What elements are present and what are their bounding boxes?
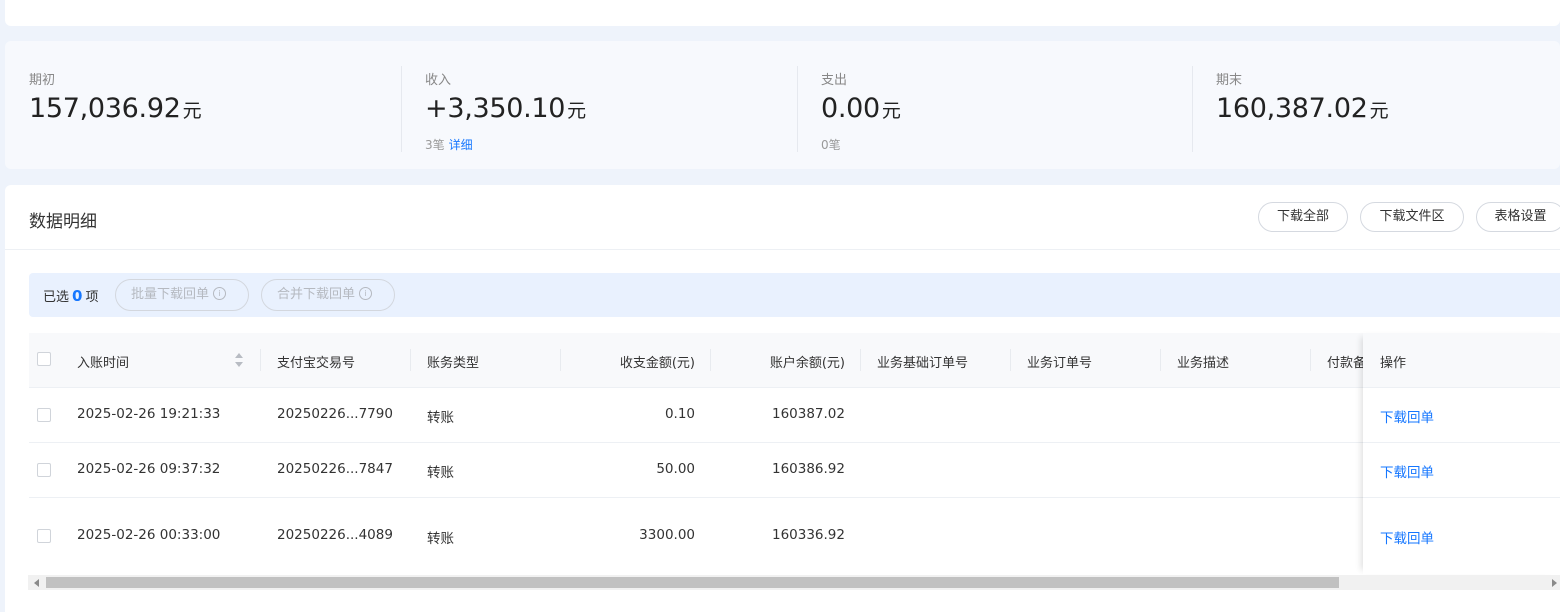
stat-count: 3笔 [425,138,445,152]
divider [5,249,1560,250]
row-checkbox[interactable] [37,529,51,543]
col-alipay-no: 支付宝交易号 [277,356,356,371]
table-row: 2025-02-26 19:21:33 20250226...7790 转账 0… [29,388,1560,443]
cell-type: 转账 [427,410,454,426]
cell-alipay-no: 20250226...4089 [277,527,393,543]
col-amount: 收支金额(元) [619,356,695,371]
stat-amount: +3,350.10 元 [425,93,586,124]
divider [260,349,261,371]
stat-label: 期末 [1216,73,1243,88]
batch-download-button[interactable]: 批量下载回单 i [115,279,249,311]
stat-amount: 0.00 元 [821,93,901,124]
selection-bar: 已选 0 项 批量下载回单 i 合并下载回单 i [29,273,1560,317]
stat-label: 期初 [29,73,56,88]
cell-balance: 160386.92 [771,461,845,477]
cell-time: 2025-02-26 09:37:32 [77,461,221,477]
info-icon: i [359,287,373,300]
col-desc: 业务描述 [1177,356,1230,371]
stat-amount-value: 0.00 [821,93,880,124]
divider [797,66,798,152]
cell-type: 转账 [427,465,454,481]
cell-type: 转账 [427,531,454,547]
cell-balance: 160387.02 [771,406,845,422]
merge-download-label: 合并下载回单 [277,287,356,302]
merge-download-button[interactable]: 合并下载回单 i [261,279,395,311]
divider [1310,349,1311,371]
scroll-left-icon[interactable] [34,579,39,587]
table-settings-button[interactable]: 表格设置 [1476,202,1560,232]
selection-prefix: 已选 [43,290,70,305]
col-time[interactable]: 入账时间 [77,352,129,371]
cell-amount: 0.10 [664,406,695,422]
col-order: 业务订单号 [1027,356,1093,371]
download-area-button[interactable]: 下载文件区 [1360,202,1464,232]
batch-download-label: 批量下载回单 [131,287,210,302]
stat-label: 支出 [821,73,848,88]
cell-time: 2025-02-26 00:33:00 [77,527,221,543]
row-checkbox[interactable] [37,463,51,477]
selection-count-text: 已选 0 项 [43,286,98,305]
detail-title: 数据明细 [29,212,97,232]
horizontal-scrollbar[interactable] [28,575,1560,590]
cell-alipay-no: 20250226...7790 [277,406,393,422]
stat-amount-value: +3,350.10 [425,93,566,124]
stat-unit: 元 [1369,100,1389,122]
table-header: 入账时间 支付宝交易号 账务类型 收支金额(元) 账户余额(元) 业务基础订单号… [29,333,1560,388]
scroll-right-icon[interactable] [1552,579,1557,587]
stat-sub: 0笔 [821,136,841,153]
row-checkbox[interactable] [37,408,51,422]
stat-sub: 3笔 详细 [425,136,473,153]
divider [860,349,861,371]
cell-balance: 160336.92 [771,527,845,543]
cell-alipay-no: 20250226...7847 [277,461,393,477]
divider [1192,66,1193,152]
stat-unit: 元 [567,100,586,122]
top-panel [5,0,1560,26]
col-type: 账务类型 [427,356,480,371]
summary-panel: 期初 157,036.92 元 收入 +3,350.10 元 3笔 详细 支出 0.0… [5,41,1560,169]
fixed-action-column-shadow [1363,333,1560,574]
cell-amount: 3300.00 [639,527,695,543]
stat-unit: 元 [182,100,202,122]
download-all-button[interactable]: 下载全部 [1258,202,1348,232]
cell-amount: 50.00 [656,461,695,477]
stat-amount: 160,387.02 元 [1216,93,1389,124]
divider [1160,349,1161,371]
col-balance: 账户余额(元) [769,356,845,371]
scrollbar-thumb[interactable] [46,577,1339,588]
divider [1010,349,1011,371]
divider [401,66,402,152]
table-row: 2025-02-26 00:33:00 20250226...4089 转账 3… [29,498,1560,574]
selection-suffix: 项 [85,290,99,305]
stat-unit: 元 [881,100,901,122]
cell-time: 2025-02-26 19:21:33 [77,406,221,422]
table-row: 2025-02-26 09:37:32 20250226...7847 转账 5… [29,443,1560,498]
stat-label: 收入 [425,73,452,88]
stat-amount: 157,036.92 元 [29,93,202,124]
stat-amount-value: 160,387.02 [1216,93,1368,124]
col-payer: 付款备 [1327,356,1363,371]
stat-count: 0笔 [821,138,841,152]
income-detail-link[interactable]: 详细 [449,138,473,152]
stat-amount-value: 157,036.92 [29,93,181,124]
select-all-checkbox[interactable] [37,352,51,366]
col-base-order: 业务基础订单号 [877,356,969,371]
divider [410,349,411,371]
info-icon: i [213,287,227,300]
selection-count: 0 [72,287,83,305]
sort-icon[interactable] [235,353,243,367]
